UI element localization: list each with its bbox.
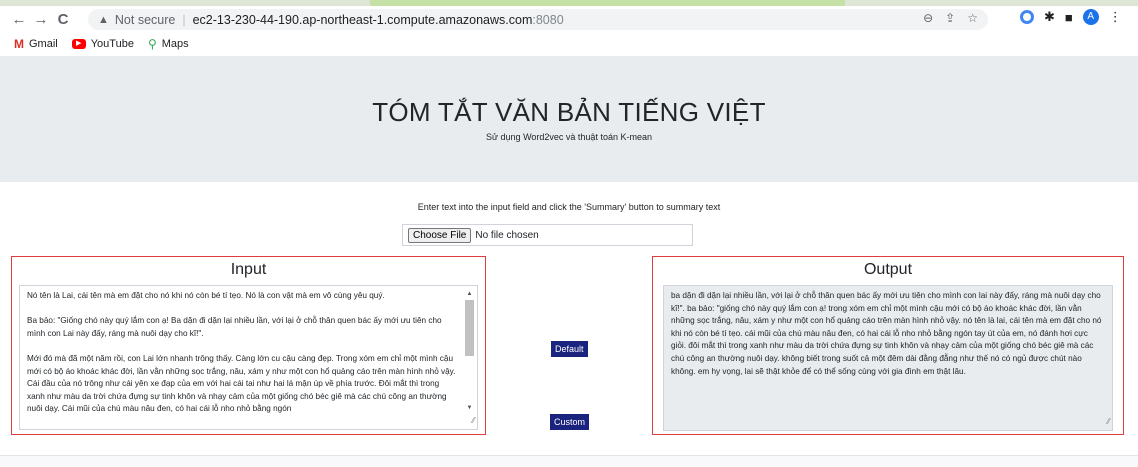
extension-area: ✱ ■ A ⋮	[1020, 9, 1122, 25]
extension-icon[interactable]	[1020, 10, 1034, 24]
youtube-icon: ▶	[71, 39, 86, 49]
puzzle-icon[interactable]: ✱	[1044, 9, 1055, 25]
input-paragraph: Nó tên là Lai, cái tên mà em đặt cho nó …	[27, 291, 385, 300]
output-text: ba dặn đi dặn lại nhiều lần, với lại ở c…	[671, 291, 1102, 376]
star-icon[interactable]: ☆	[967, 11, 978, 25]
choose-file-button[interactable]: Choose File	[408, 227, 472, 243]
bookmark-gmail[interactable]: M Gmail	[14, 37, 58, 51]
resize-grip-icon[interactable]: ⁄⁄	[1107, 416, 1110, 429]
warning-icon: ▲	[98, 13, 109, 26]
output-textarea[interactable]: ba dặn đi dặn lại nhiều lần, với lại ở c…	[663, 285, 1113, 431]
address-row: ← → C ▲ Not secure | ec2-13-230-44-190.a…	[0, 6, 1138, 32]
url-port: :8080	[532, 12, 564, 27]
browser-chrome: ← → C ▲ Not secure | ec2-13-230-44-190.a…	[0, 0, 1138, 56]
reload-button[interactable]: C	[52, 11, 74, 28]
resize-grip-icon[interactable]: ⁄⁄	[472, 415, 475, 428]
input-scrollbar[interactable]: ▲ ▼	[464, 288, 475, 415]
input-paragraph: Ba bảo: "Giống chó này quý lắm con ạ! Ba…	[27, 316, 442, 338]
input-panel: Input Nó tên là Lai, cái tên mà em đặt c…	[11, 256, 486, 435]
bookmarks-bar: M Gmail ▶ YouTube ⚲ Maps	[0, 34, 189, 54]
output-panel: Output ba dặn đi dặn lại nhiều lần, với …	[652, 256, 1124, 435]
custom-button[interactable]: Custom	[550, 414, 590, 430]
file-input[interactable]: Choose File No file chosen	[402, 224, 693, 246]
share-icon[interactable]: ⇪	[945, 11, 955, 25]
profile-avatar[interactable]: A	[1082, 9, 1099, 25]
bookmark-label: Maps	[161, 38, 189, 50]
instructions-text: Enter text into the input field and clic…	[417, 202, 721, 212]
file-status: No file chosen	[475, 229, 539, 241]
page-title: TÓM TẮT VĂN BẢN TIẾNG VIỆT	[372, 97, 766, 127]
bookmark-maps[interactable]: ⚲ Maps	[148, 37, 189, 51]
scroll-thumb[interactable]	[465, 300, 474, 356]
hero-banner: TÓM TẮT VĂN BẢN TIẾNG VIỆT Sử dụng Word2…	[0, 56, 1138, 182]
page-subtitle: Sử dụng Word2vec và thuật toán K-mean	[486, 132, 652, 142]
scroll-up-icon[interactable]: ▲	[464, 288, 475, 301]
gmail-icon: M	[14, 37, 24, 51]
maps-icon: ⚲	[147, 37, 157, 51]
input-title: Input	[230, 261, 267, 278]
security-label: Not secure	[114, 12, 176, 27]
page-footer-strip	[0, 455, 1138, 467]
menu-icon[interactable]: ⋮	[1109, 9, 1122, 25]
address-bar[interactable]: ▲ Not secure | ec2-13-230-44-190.ap-nort…	[88, 9, 988, 30]
bookmark-label: Gmail	[29, 38, 58, 50]
input-paragraph: Mới đó mà đã một năm rồi, con Lai lớn nh…	[27, 353, 456, 414]
omnibox-separator: |	[182, 12, 186, 27]
scroll-down-icon[interactable]: ▼	[464, 402, 475, 415]
default-button[interactable]: Default	[551, 341, 588, 357]
zoom-icon[interactable]: ⊖	[923, 11, 933, 25]
forward-button[interactable]: →	[30, 11, 52, 28]
output-title: Output	[863, 261, 913, 278]
back-button[interactable]: ←	[8, 11, 30, 28]
url-host: ec2-13-230-44-190.ap-northeast-1.compute…	[192, 12, 533, 27]
input-textarea[interactable]: Nó tên là Lai, cái tên mà em đặt cho nó …	[19, 285, 478, 430]
bookmark-youtube[interactable]: ▶ YouTube	[71, 38, 134, 50]
sidepanel-icon[interactable]: ■	[1065, 10, 1073, 25]
bookmark-label: YouTube	[90, 38, 134, 50]
